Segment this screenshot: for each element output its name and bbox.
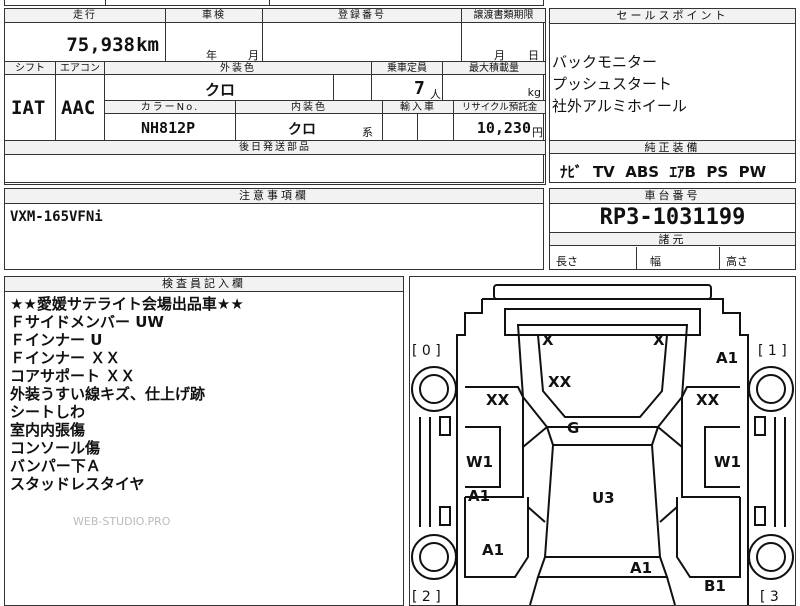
inspector-lines: ★★愛媛サテライト会場出品車★★ Ｆサイドメンバー UW Ｆインナー U Ｆイン… <box>10 295 244 493</box>
damage-mark: A1 <box>468 487 491 505</box>
corner-label-tl: [ 0 ] <box>412 343 441 359</box>
registration-label: 登録番号 <box>262 8 462 23</box>
inspector-line: Ｆインナー ＸＸ <box>10 349 121 367</box>
sales-point-item: プッシュスタート <box>552 75 673 93</box>
recycle-cell: 10,230 円 <box>453 113 546 141</box>
damage-mark: XX <box>486 391 510 409</box>
recycle-value: 10,230 <box>476 119 531 137</box>
damage-mark: W1 <box>466 453 493 471</box>
inspector-line: Ｆサイドメンバー UW <box>10 313 164 331</box>
spec-table: 走行 車検 登録番号 譲渡書類期限 75,938 km 年 月 月 日 シフト … <box>4 8 546 185</box>
inspector-label: 検査員記入欄 <box>5 277 403 292</box>
max-load-unit: kg <box>527 86 541 99</box>
mileage-cell: 75,938 km <box>4 22 166 62</box>
shift-label: シフト <box>4 61 56 75</box>
corner-label-tr: [ 1 ] <box>758 343 787 359</box>
dimensions-row: 長さ 幅 高さ <box>550 247 795 270</box>
height-label: 高さ <box>726 255 748 268</box>
sales-points-box: セールスポイント バックモニター プッシュスタート 社外アルミホイール 純正装備… <box>549 8 796 183</box>
inspector-line: バンパー下Ａ <box>10 457 101 475</box>
capacity-value: 7 <box>414 78 425 99</box>
mileage-unit: km <box>136 34 159 56</box>
sales-points-list: バックモニター プッシュスタート 社外アルミホイール <box>552 51 687 117</box>
interior-color-label: 内装色 <box>235 100 383 114</box>
interior-color-cell: クロ 系 <box>235 113 383 141</box>
corner-label-br: [ 3 <box>760 589 779 605</box>
exterior-color-label: 外装色 <box>104 61 372 75</box>
chassis-box: 車台番号 RP3-1031199 諸元 長さ 幅 高さ <box>549 188 796 270</box>
exterior-color-value: クロ <box>205 81 236 99</box>
inspector-box: 検査員記入欄 ★★愛媛サテライト会場出品車★★ Ｆサイドメンバー UW Ｆインナ… <box>4 276 404 606</box>
later-parts-label: 後日発送部品 <box>4 140 546 155</box>
inspection-cell: 年 月 <box>165 22 263 62</box>
shift-cell: IAT <box>4 74 56 141</box>
exterior-color-cell: クロ <box>104 74 334 101</box>
damage-mark: XX <box>696 391 720 409</box>
inspector-line: スタッドレスタイヤ <box>10 475 145 493</box>
car-diagram: [ 0 ] [ 1 ] [ 2 ] [ 3 <box>411 284 794 605</box>
chassis-label: 車台番号 <box>550 189 795 204</box>
mileage-value: 75,938 <box>66 34 135 56</box>
damage-mark: A1 <box>630 559 653 577</box>
damage-mark: XX <box>548 373 572 391</box>
dimensions-label: 諸元 <box>550 232 795 246</box>
inspector-line: 室内内張傷 <box>10 421 86 439</box>
import-cell-a <box>382 113 418 141</box>
recycle-label: リサイクル預託金 <box>453 100 546 114</box>
max-load-cell: kg <box>442 74 546 101</box>
inspector-line: 外装うすい線キズ、仕上げ跡 <box>10 385 206 403</box>
equipment-value: ﾅﾋﾞ TV ABS ｴｱB PS PW <box>560 163 767 181</box>
sales-points-label: セールスポイント <box>550 9 795 24</box>
damage-mark: X <box>653 331 665 349</box>
transfer-deadline-label: 譲渡書類期限 <box>461 8 546 23</box>
aircon-value: AAC <box>61 97 96 119</box>
notes-label: 注意事項欄 <box>5 189 543 204</box>
color-no-cell: NH812P <box>104 113 236 141</box>
length-label: 長さ <box>556 255 578 268</box>
chassis-value: RP3-1031199 <box>599 205 746 230</box>
interior-color-suffix: 系 <box>362 126 373 139</box>
car-diagram-box: [ 0 ] [ 1 ] [ 2 ] [ 3 X X XX A1 XX XX G … <box>409 276 796 606</box>
aircon-cell: AAC <box>55 74 105 141</box>
inspector-line: コアサポート ＸＸ <box>10 367 136 385</box>
top-partial-strip <box>4 0 544 6</box>
notes-value: VXM-165VFNi <box>10 209 103 225</box>
max-load-label: 最大積載量 <box>442 61 546 75</box>
sales-point-item: バックモニター <box>552 53 658 71</box>
registration-cell <box>262 22 462 62</box>
inspector-line: コンソール傷 <box>10 439 101 457</box>
damage-mark: A1 <box>482 541 505 559</box>
exterior-color-sub <box>333 74 372 101</box>
corner-label-bl: [ 2 ] <box>412 589 441 605</box>
damage-mark: X <box>542 331 554 349</box>
damage-mark: B1 <box>704 577 726 595</box>
shift-value: IAT <box>11 97 46 119</box>
recycle-unit: 円 <box>532 126 543 139</box>
capacity-label: 乗車定員 <box>371 61 443 75</box>
notes-box: 注意事項欄 VXM-165VFNi <box>4 188 544 270</box>
inspector-line: Ｆインナー U <box>10 331 103 349</box>
damage-mark: G <box>567 419 580 437</box>
transfer-deadline-cell: 月 日 <box>461 22 546 62</box>
inspection-label: 車検 <box>165 8 263 23</box>
import-label: 輸入車 <box>382 100 454 114</box>
width-label: 幅 <box>650 255 661 268</box>
color-no-value: NH812P <box>141 119 196 137</box>
damage-mark: W1 <box>714 453 741 471</box>
aircon-label: エアコン <box>55 61 105 75</box>
damage-mark: U3 <box>592 489 615 507</box>
color-no-label: カラーNo. <box>104 100 236 114</box>
sales-point-item: 社外アルミホイール <box>552 97 687 115</box>
interior-color-value: クロ <box>288 122 316 138</box>
later-parts-cell <box>4 154 546 185</box>
damage-mark: A1 <box>716 349 739 367</box>
mileage-label: 走行 <box>4 8 166 23</box>
inspector-line: ★★愛媛サテライト会場出品車★★ <box>10 295 244 313</box>
watermark: WEB-STUDIO.PRO <box>73 515 171 528</box>
import-cell-b <box>417 113 454 141</box>
equipment-label: 純正装備 <box>550 140 795 154</box>
inspector-line: シートしわ <box>10 403 86 421</box>
capacity-cell: 7 人 <box>371 74 443 101</box>
